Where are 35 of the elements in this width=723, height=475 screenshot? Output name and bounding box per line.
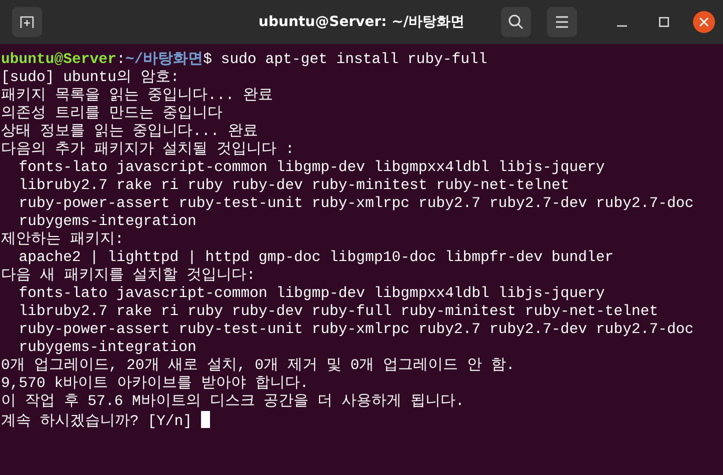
- output-line: 다음 새 패키지를 설치할 것입니다:: [1, 267, 256, 285]
- output-line: ruby-power-assert ruby-test-unit ruby-xmlrpc ruby2.7 ruby2.7-dev ruby2.7-doc: [18, 195, 694, 213]
- output-line: fonts-lato javascript-common libgmp-dev libgmpxx4ldbl libjs-jquery: [18, 159, 605, 177]
- output-line: 0개 업그레이드, 20개 새로 설치, 0개 제거 및 0개 업그레이드 안 함.: [1, 357, 515, 375]
- prompt-separator: :: [116, 52, 126, 68]
- output-line: libruby2.7 rake ri ruby ruby-dev ruby-full ruby-minitest ruby-net-telnet: [18, 303, 658, 321]
- search-icon: [508, 14, 524, 30]
- input-prompt: 계속 하시겠습니까? [Y/n]: [1, 414, 192, 430]
- prompt-path: ~/바탕화면: [125, 52, 204, 68]
- output-line: 이 작업 후 57.6 M바이트의 디스크 공간을 더 사용하게 됩니다.: [1, 393, 464, 411]
- search-button[interactable]: [501, 7, 531, 37]
- prompt-user: ubuntu@Server: [1, 52, 116, 68]
- close-button[interactable]: [693, 11, 715, 33]
- command-text: $ sudo apt-get install ruby-full: [203, 52, 488, 68]
- new-tab-icon: [19, 14, 35, 30]
- output-line: [sudo] ubuntu의 암호:: [1, 69, 180, 87]
- output-line: 제안하는 패키지:: [1, 231, 124, 249]
- output-line: 패키지 목록을 읽는 중입니다... 완료: [1, 87, 274, 105]
- output-line: 상태 정보를 읽는 중입니다... 완료: [1, 123, 258, 141]
- minimize-icon: [617, 25, 627, 27]
- maximize-icon: [659, 17, 669, 27]
- window-title: ubuntu@Server: ~/바탕화면: [258, 13, 464, 32]
- output-line: fonts-lato javascript-common libgmp-dev libgmpxx4ldbl libjs-jquery: [18, 285, 605, 303]
- output-line: rubygems-integration: [18, 339, 196, 357]
- close-icon: [699, 17, 709, 27]
- output-line: 9,570 k바이트 아카이브를 받아야 합니다.: [1, 375, 309, 393]
- output-line: ruby-power-assert ruby-test-unit ruby-xmlrpc ruby2.7 ruby2.7-dev ruby2.7-doc: [18, 321, 694, 339]
- output-line: libruby2.7 rake ri ruby ruby-dev ruby-minitest ruby-net-telnet: [18, 177, 570, 195]
- menu-icon: [555, 16, 569, 28]
- output-line: 의존성 트리를 만드는 중입니다: [1, 105, 223, 123]
- new-tab-button[interactable]: [12, 7, 42, 37]
- output-line: 다음의 추가 패키지가 설치될 것입니다 :: [1, 141, 294, 159]
- output-line: apache2 | lighttpd | httpd gmp-doc libgmp10-doc libmpfr-dev bundler: [18, 249, 614, 267]
- output-line: rubygems-integration: [18, 213, 196, 231]
- menu-button[interactable]: [547, 7, 577, 37]
